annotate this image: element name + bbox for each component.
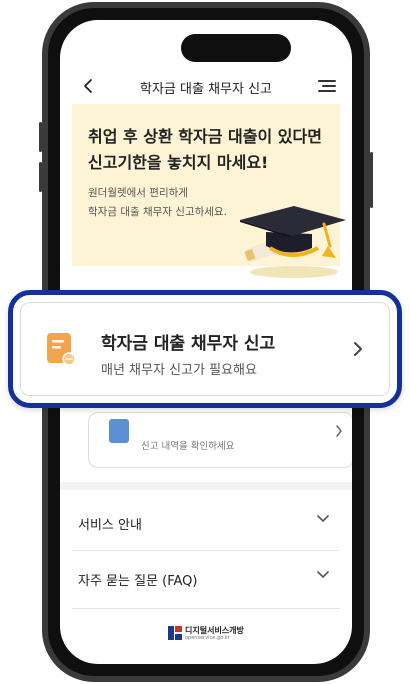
section-divider [60,482,352,490]
chevron-down-icon [317,571,329,579]
app-header: 학자금 대출 채무자 신고 [60,70,352,102]
history-card-subtitle: 신고 내역을 확인하세요 [141,441,235,452]
chevron-right-icon [336,425,342,437]
accordion-service-info[interactable]: 서비스 안내 [60,496,352,552]
accordion-divider [72,608,340,609]
footer-logo: 디지털서비스개방 openservice.go.kr [168,624,278,644]
page-title: 학자금 대출 채무자 신고 [140,82,272,97]
footer-logo-url: openservice.go.kr [185,635,230,641]
volume-down-button [39,162,42,192]
chevron-down-icon [317,515,329,523]
history-card[interactable]: 신고 내역을 확인하세요 [88,412,352,468]
banner-subtext: 원더월렛에서 편리하게 학자금 대출 채무자 신고하세요. [88,187,227,218]
chevron-right-icon [354,342,362,356]
volume-up-button [39,122,42,152]
history-document-icon [109,419,129,443]
accordion-label: 자주 묻는 질문 (FAQ) [78,574,198,589]
debtor-report-subtitle: 매년 채무자 신고가 필요해요 [101,363,257,378]
banner-headline: 취업 후 상환 학자금 대출이 있다면 신고기한을 놓치지 마세요! [88,127,322,172]
accordion-divider [72,550,340,551]
accordion-label: 서비스 안내 [78,518,142,533]
menu-button[interactable] [314,74,338,98]
document-report-icon [47,333,76,366]
digital-service-logo-icon [168,626,182,640]
debtor-report-title: 학자금 대출 채무자 신고 [101,334,276,354]
graduation-cap-icon [240,206,346,278]
promo-banner: 취업 후 상환 학자금 대출이 있다면 신고기한을 놓치지 마세요! 원더월렛에… [72,104,346,278]
power-button [370,152,373,208]
dynamic-island [181,34,291,62]
accordion-faq[interactable]: 자주 묻는 질문 (FAQ) [60,552,352,608]
hamburger-icon [318,80,336,82]
debtor-report-card[interactable]: 학자금 대출 채무자 신고 매년 채무자 신고가 필요해요 [8,290,402,408]
